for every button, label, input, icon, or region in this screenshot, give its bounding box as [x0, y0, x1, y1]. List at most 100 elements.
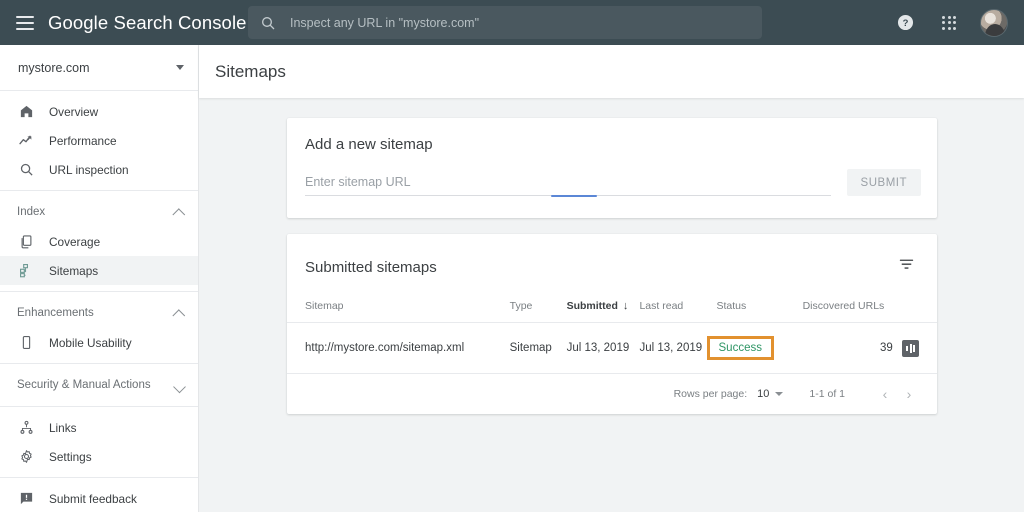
search-input-placeholder: Inspect any URL in "mystore.com": [290, 15, 480, 30]
column-header-last-read[interactable]: Last read: [639, 300, 716, 323]
sidebar-item-label: Sitemaps: [49, 263, 99, 278]
filter-icon[interactable]: [894, 252, 919, 282]
rows-per-page-value[interactable]: 10: [757, 388, 769, 400]
top-app-bar: Google Search Console Inspect any URL in…: [0, 0, 1024, 45]
sidebar-item-label: Coverage: [49, 234, 101, 249]
cell-actions: [892, 322, 937, 374]
brand-google: Google: [48, 11, 109, 33]
top-bar-actions: ?: [892, 0, 1016, 45]
url-inspection-search-bar[interactable]: Inspect any URL in "mystore.com": [248, 6, 762, 39]
table-header-row: Sitemap Type Submitted ↓ Last read Status…: [287, 300, 937, 323]
submitted-sitemaps-title: Submitted sitemaps: [305, 258, 437, 276]
help-icon[interactable]: ?: [892, 10, 918, 36]
sidebar-item-label: Settings: [49, 449, 92, 464]
column-header-discovered-urls[interactable]: Discovered URLs: [803, 300, 893, 323]
sitemap-url-input[interactable]: [305, 175, 831, 196]
add-sitemap-card: Add a new sitemap SUBMIT: [287, 118, 937, 218]
nav-group-security: Security & Manual Actions: [0, 363, 198, 406]
sidebar-item-settings[interactable]: Settings: [0, 442, 198, 471]
sidebar-item-label: Submit feedback: [49, 491, 137, 506]
status-badge: Success: [718, 342, 762, 354]
sidebar-item-coverage[interactable]: Coverage: [0, 227, 198, 256]
sidebar-item-performance[interactable]: Performance: [0, 126, 198, 155]
cell-submitted-date: Jul 13, 2019: [566, 322, 640, 374]
chevron-up-icon: [172, 308, 186, 322]
apps-grid-icon[interactable]: [936, 10, 962, 36]
sitemaps-table: Sitemap Type Submitted ↓ Last read Status…: [287, 300, 937, 374]
bar-chart-icon[interactable]: [902, 339, 919, 357]
page-header: Sitemaps: [199, 45, 1024, 98]
search-icon: [17, 162, 35, 177]
sidebar-section-label: Index: [17, 206, 46, 218]
pagination-range: 1-1 of 1: [809, 388, 845, 400]
chevron-down-icon[interactable]: [775, 392, 784, 396]
nav-group-enhancements: Enhancements Mobile Usability: [0, 291, 198, 363]
sidebar-item-label: Links: [49, 420, 77, 435]
chevron-down-icon: [176, 65, 184, 70]
cell-status: Success: [706, 322, 803, 374]
sidebar-item-label: URL inspection: [49, 162, 129, 177]
table-pagination: Rows per page: 10 1-1 of 1 ‹ ›: [287, 374, 937, 414]
cell-type: Sitemap: [509, 322, 567, 374]
feedback-icon: [17, 491, 35, 506]
sidebar-item-label: Overview: [49, 104, 99, 119]
sidebar-item-overview[interactable]: Overview: [0, 97, 198, 126]
nav-group-footer: Submit feedback About new version: [0, 477, 198, 512]
sidebar-item-url-inspection[interactable]: URL inspection: [0, 155, 198, 184]
home-icon: [17, 104, 35, 119]
cards-container: Add a new sitemap SUBMIT Submitted sitem…: [199, 98, 1024, 414]
sidebar-section-index[interactable]: Index: [0, 197, 198, 227]
sidebar-item-links[interactable]: Links: [0, 413, 198, 442]
sidebar-item-label: Performance: [49, 133, 117, 148]
trending-up-icon: [17, 133, 35, 149]
search-console-app: Google Search Console Inspect any URL in…: [0, 0, 1024, 512]
gear-icon: [17, 449, 35, 464]
sidebar: mystore.com Overview Performance URL ins…: [0, 45, 199, 512]
column-header-submitted-label: Submitted: [566, 300, 618, 312]
sitemaps-table-head: Sitemap Type Submitted ↓ Last read Status…: [287, 300, 937, 323]
column-header-sitemap[interactable]: Sitemap: [287, 300, 510, 323]
sort-descending-icon: ↓: [622, 300, 629, 312]
sitemaps-table-body: http://mystore.com/sitemap.xml Sitemap J…: [287, 322, 937, 374]
sidebar-item-mobile-usability[interactable]: Mobile Usability: [0, 328, 198, 357]
input-focus-indicator: [551, 194, 597, 197]
submit-button[interactable]: SUBMIT: [846, 169, 921, 196]
column-header-submitted[interactable]: Submitted ↓: [567, 300, 640, 323]
rows-per-page-label: Rows per page:: [673, 388, 748, 400]
sitemap-icon: [17, 263, 35, 278]
cell-discovered-urls: 39: [802, 322, 893, 374]
column-header-status[interactable]: Status: [717, 300, 803, 323]
brand-title: Google Search Console: [48, 12, 247, 34]
next-page-button[interactable]: ›: [897, 386, 921, 402]
pages-copy-icon: [17, 234, 35, 249]
status-highlight-box: Success: [706, 336, 774, 360]
brand-search-console: Search Console: [113, 11, 247, 33]
links-hierarchy-icon: [17, 420, 35, 435]
chevron-up-icon: [172, 207, 186, 221]
sidebar-item-submit-feedback[interactable]: Submit feedback: [0, 484, 198, 512]
add-sitemap-row: SUBMIT: [287, 153, 937, 218]
column-header-actions: [893, 300, 937, 323]
sitemap-url-field: [305, 173, 831, 197]
previous-page-button[interactable]: ‹: [873, 386, 897, 402]
property-selector[interactable]: mystore.com: [0, 45, 198, 91]
sidebar-section-security-manual-actions[interactable]: Security & Manual Actions: [0, 370, 198, 400]
submitted-sitemaps-card: Submitted sitemaps Sitemap Type Submitte…: [287, 234, 937, 414]
avatar[interactable]: [980, 8, 1008, 37]
mobile-phone-icon: [17, 335, 35, 350]
sidebar-section-label: Enhancements: [17, 307, 94, 319]
sidebar-section-enhancements[interactable]: Enhancements: [0, 298, 198, 328]
cell-last-read-date: Jul 13, 2019: [639, 322, 717, 374]
column-header-type[interactable]: Type: [510, 300, 567, 323]
add-sitemap-title: Add a new sitemap: [305, 136, 433, 153]
cell-sitemap-url[interactable]: http://mystore.com/sitemap.xml: [287, 322, 510, 374]
nav-group-main: Overview Performance URL inspection: [0, 91, 198, 190]
svg-text:?: ?: [902, 18, 908, 29]
table-row[interactable]: http://mystore.com/sitemap.xml Sitemap J…: [287, 322, 937, 374]
sidebar-item-sitemaps[interactable]: Sitemaps: [0, 256, 198, 285]
sidebar-item-label: Mobile Usability: [49, 335, 132, 350]
hamburger-icon[interactable]: [16, 15, 34, 30]
nav-group-index: Index Coverage Sitemaps: [0, 190, 198, 291]
sidebar-section-label: Security & Manual Actions: [17, 379, 151, 391]
nav-group-tools: Links Settings: [0, 406, 198, 477]
